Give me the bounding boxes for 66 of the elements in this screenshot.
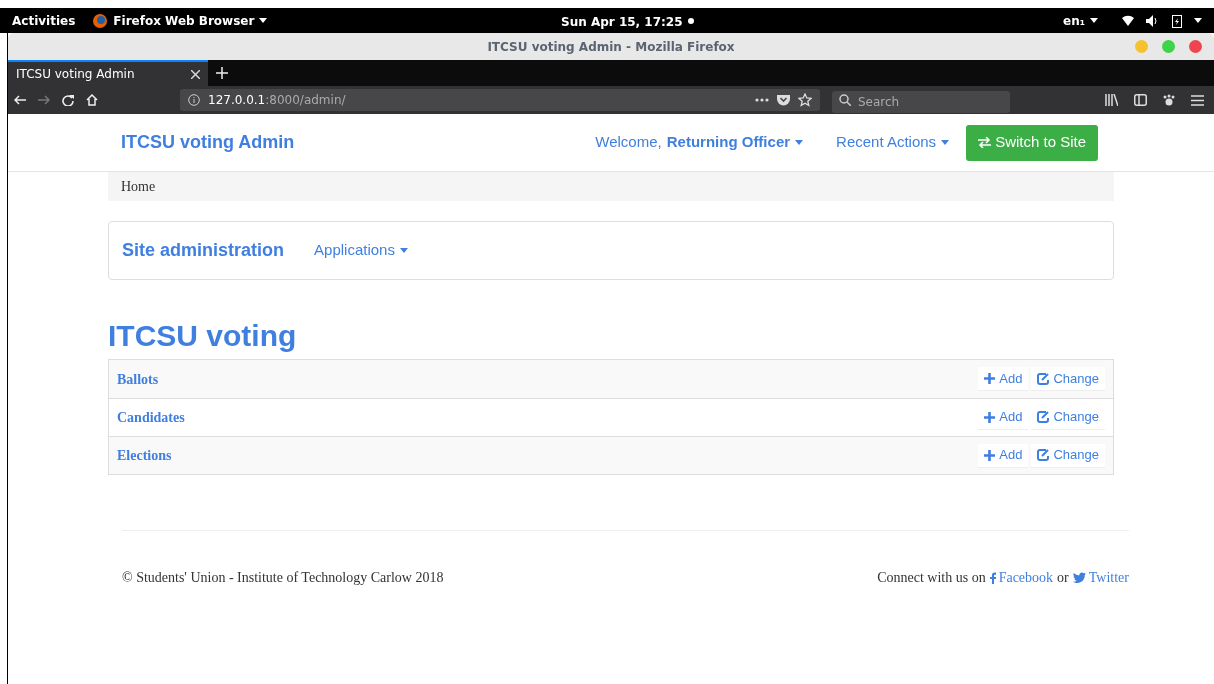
copyright-text: © Students' Union - Institute of Technology Carlow 2018 xyxy=(122,569,444,587)
plus-icon xyxy=(984,411,996,423)
facebook-icon xyxy=(989,571,996,584)
sidebar-icon[interactable] xyxy=(1134,94,1147,106)
address-bar[interactable]: 127.0.0.1:8000/admin/ xyxy=(180,89,820,111)
app-menu[interactable]: Firefox Web Browser xyxy=(113,11,268,30)
add-button[interactable]: Add xyxy=(978,367,1029,391)
connect-text: Connect with us on xyxy=(877,569,986,587)
swap-icon xyxy=(978,137,992,148)
volume-icon xyxy=(1146,14,1160,27)
menu-icon[interactable] xyxy=(1191,94,1204,106)
model-link[interactable]: Candidates xyxy=(117,407,185,428)
caret-icon xyxy=(941,140,950,145)
applications-menu[interactable]: Applications xyxy=(314,239,408,262)
home-icon[interactable] xyxy=(86,94,98,106)
user-menu[interactable]: Welcome, Returning Officer xyxy=(595,131,804,154)
change-button[interactable]: Change xyxy=(1031,443,1105,468)
more-icon[interactable] xyxy=(755,98,769,102)
window-title: ITCSU voting Admin - Mozilla Firefox xyxy=(487,38,735,56)
or-text: or xyxy=(1057,569,1069,587)
browser-tab[interactable]: ITCSU voting Admin xyxy=(8,60,208,86)
url-path: :8000/admin/ xyxy=(265,93,346,107)
search-icon xyxy=(839,94,851,106)
back-icon[interactable] xyxy=(14,95,26,105)
battery-icon xyxy=(1172,13,1182,28)
edit-icon xyxy=(1037,449,1050,461)
caret-icon xyxy=(1194,18,1202,23)
paw-icon[interactable] xyxy=(1163,94,1175,106)
star-icon[interactable] xyxy=(798,93,812,107)
pocket-icon[interactable] xyxy=(777,94,790,106)
site-administration-title[interactable]: Site administration xyxy=(122,237,285,264)
model-link[interactable]: Elections xyxy=(117,445,172,466)
add-button[interactable]: Add xyxy=(978,443,1029,468)
bird-icon xyxy=(1072,572,1086,583)
recent-actions-menu[interactable]: Recent Actions xyxy=(836,131,950,154)
new-tab-icon[interactable] xyxy=(216,67,228,79)
url-host: 127.0.0.1 xyxy=(208,93,266,107)
breadcrumb-link[interactable]: Home xyxy=(121,176,156,197)
twitter-link[interactable]: Twitter xyxy=(1072,567,1129,588)
plus-icon xyxy=(984,449,996,461)
dot-icon xyxy=(688,18,694,24)
library-icon[interactable] xyxy=(1105,94,1118,106)
keyboard-layout[interactable]: en₁ xyxy=(1063,11,1098,30)
app-title[interactable]: ITCSU voting xyxy=(108,318,1114,354)
caret-icon xyxy=(399,248,408,253)
wifi-icon xyxy=(1122,15,1134,26)
caret-icon xyxy=(259,18,268,23)
clock[interactable]: Sun Apr 15, 17:25 xyxy=(561,13,683,31)
edit-icon xyxy=(1037,372,1050,385)
reload-icon[interactable] xyxy=(62,94,74,106)
edit-icon xyxy=(1037,411,1050,423)
activities-button[interactable]: Activities xyxy=(12,11,76,30)
caret-icon xyxy=(795,140,804,145)
facebook-link[interactable]: Facebook xyxy=(989,567,1054,588)
model-link[interactable]: Ballots xyxy=(117,368,159,390)
firefox-icon xyxy=(93,13,108,28)
close-button[interactable] xyxy=(1189,40,1202,53)
forward-icon[interactable] xyxy=(38,95,50,105)
search-field[interactable]: Search xyxy=(832,91,1010,113)
change-button[interactable]: Change xyxy=(1031,367,1105,391)
close-icon xyxy=(191,69,200,79)
plus-icon xyxy=(984,373,996,384)
info-icon xyxy=(188,94,200,106)
site-brand[interactable]: ITCSU voting Admin xyxy=(121,129,295,156)
caret-icon xyxy=(1090,18,1098,23)
switch-to-site-button[interactable]: Switch to Site xyxy=(966,124,1098,161)
